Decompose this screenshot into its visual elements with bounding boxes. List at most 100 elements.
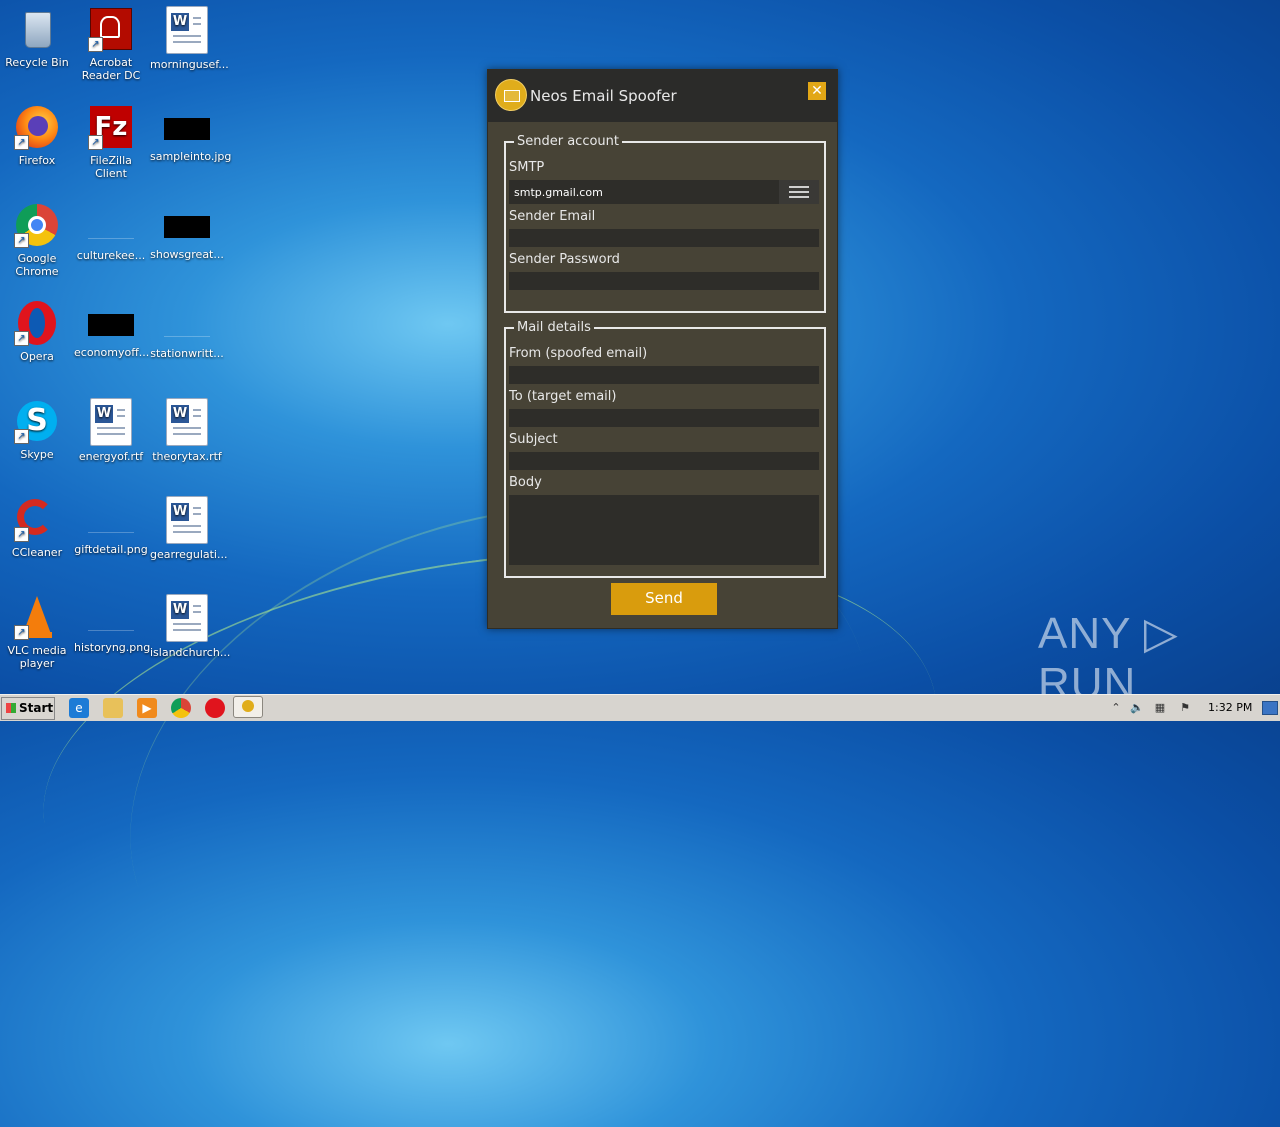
desktop-icon-label: historyng.png <box>74 641 151 654</box>
shortcut-arrow-icon: ↗ <box>14 331 29 346</box>
sender-password-label: Sender Password <box>509 252 620 267</box>
windows-logo-icon <box>6 703 16 713</box>
word-document-icon: W <box>166 594 208 642</box>
desktop-icon-chrome[interactable]: ↗ Google Chrome <box>0 202 74 278</box>
desktop-icon-energyof[interactable]: W energyof.rtf <box>74 398 148 463</box>
tray-expand-icon[interactable]: ⌃ <box>1109 701 1123 715</box>
desktop-icon-historyng[interactable]: historyng.png <box>74 594 151 654</box>
ccleaner-icon: ↗ <box>14 496 60 542</box>
media-player-icon[interactable]: ▶ <box>137 698 157 718</box>
chrome-icon: ↗ <box>14 202 60 248</box>
desktop-icon-label: CCleaner <box>11 546 63 559</box>
desktop-icon-acrobat[interactable]: ↗ Acrobat Reader DC <box>74 6 148 82</box>
desktop-icon-skype[interactable]: S ↗ Skype <box>0 398 74 461</box>
desktop-icon-label: sampleinto.jpg <box>150 150 232 163</box>
desktop-icon-label: stationwritt... <box>150 347 224 360</box>
close-button[interactable]: ✕ <box>808 82 826 100</box>
image-file-icon <box>88 608 134 631</box>
desktop-icon-morningusef[interactable]: W morningusef... <box>150 6 229 71</box>
desktop-icon-culturekee[interactable]: culturekee... <box>74 202 148 262</box>
volume-icon[interactable]: 🔈 <box>1130 701 1144 715</box>
file-icon <box>164 216 210 238</box>
desktop-icon-islandchurch[interactable]: W islandchurch... <box>150 594 230 659</box>
desktop-icon-recycle-bin[interactable]: Recycle Bin <box>0 6 74 69</box>
desktop-icon-label: giftdetail.png <box>74 543 148 556</box>
smtp-field[interactable] <box>509 180 780 204</box>
internet-explorer-icon[interactable]: e <box>69 698 89 718</box>
shortcut-arrow-icon: ↗ <box>88 135 103 150</box>
opera-icon[interactable] <box>205 698 225 718</box>
acrobat-icon: ↗ <box>88 6 134 52</box>
smtp-label: SMTP <box>509 160 545 175</box>
show-desktop-button[interactable] <box>1262 701 1278 715</box>
desktop-icon-label: Recycle Bin <box>5 56 69 69</box>
shortcut-arrow-icon: ↗ <box>88 37 103 52</box>
action-center-flag-icon[interactable]: ⚑ <box>1178 701 1192 715</box>
sender-account-legend: Sender account <box>517 134 620 149</box>
skype-icon: S ↗ <box>14 398 60 444</box>
desktop-icon-gearregulati[interactable]: W gearregulati... <box>150 496 228 561</box>
vlc-icon: ↗ <box>14 594 60 640</box>
body-field[interactable] <box>509 495 819 565</box>
desktop-icon-giftdetail[interactable]: giftdetail.png <box>74 496 148 556</box>
image-file-icon <box>164 118 210 140</box>
from-field[interactable] <box>509 366 819 384</box>
word-document-icon: W <box>166 496 208 544</box>
desktop-icon-label: VLC media player <box>7 644 67 670</box>
image-file-icon <box>88 510 134 533</box>
word-document-icon: W <box>166 6 208 54</box>
word-document-icon: W <box>166 398 208 446</box>
desktop-icon-label: showsgreat... <box>150 248 224 261</box>
desktop-icon-opera[interactable]: ↗ Opera <box>0 300 74 363</box>
file-icon <box>88 314 134 336</box>
smtp-menu-button[interactable] <box>779 180 819 204</box>
sender-email-field[interactable] <box>509 229 819 247</box>
taskbar: Start e ▶ ⌃ 🔈 ▦ ⚑ 1:32 PM <box>0 694 1280 721</box>
subject-label: Subject <box>509 432 558 447</box>
desktop-icon-label: Acrobat Reader DC <box>81 56 141 82</box>
desktop-icon-label: FileZilla Client <box>90 154 132 180</box>
recycle-bin-icon <box>14 6 60 52</box>
desktop-icon-firefox[interactable]: ↗ Firefox <box>0 104 74 167</box>
desktop-icon-showsgreat[interactable]: showsgreat... <box>150 202 224 261</box>
desktop-icon-stationwritt[interactable]: stationwritt... <box>150 300 224 360</box>
shortcut-arrow-icon: ↗ <box>14 135 29 150</box>
desktop-icon-label: energyof.rtf <box>78 450 144 463</box>
subject-field[interactable] <box>509 452 819 470</box>
shortcut-arrow-icon: ↗ <box>14 625 29 640</box>
window-title: Neos Email Spoofer <box>530 87 677 105</box>
shortcut-arrow-icon: ↗ <box>14 527 29 542</box>
desktop-icon-label: Skype <box>20 448 54 461</box>
shortcut-arrow-icon: ↗ <box>14 233 29 248</box>
desktop-icon-theorytax[interactable]: W theorytax.rtf <box>150 398 224 463</box>
word-document-icon: W <box>90 398 132 446</box>
start-button[interactable]: Start <box>1 697 55 720</box>
neos-email-spoofer-icon[interactable] <box>233 696 263 718</box>
chrome-icon[interactable] <box>171 698 191 718</box>
file-icon <box>88 216 134 239</box>
sender-password-field[interactable] <box>509 272 819 290</box>
send-button[interactable]: Send <box>611 583 717 615</box>
desktop-icon-label: gearregulati... <box>150 548 228 561</box>
to-field[interactable] <box>509 409 819 427</box>
shortcut-arrow-icon: ↗ <box>14 429 29 444</box>
opera-icon: ↗ <box>14 300 60 346</box>
file-icon <box>164 314 210 337</box>
file-explorer-icon[interactable] <box>103 698 123 718</box>
to-label: To (target email) <box>509 389 617 404</box>
window-titlebar[interactable]: Neos Email Spoofer ✕ <box>488 70 837 122</box>
desktop-icon-sampleinto[interactable]: sampleinto.jpg <box>150 104 232 163</box>
desktop-icon-filezilla[interactable]: Fz ↗ FileZilla Client <box>74 104 148 180</box>
clock[interactable]: 1:32 PM <box>1208 695 1252 721</box>
desktop-icon-label: theorytax.rtf <box>152 450 222 463</box>
from-label: From (spoofed email) <box>509 346 648 361</box>
desktop-icon-label: morningusef... <box>150 58 229 71</box>
network-icon[interactable]: ▦ <box>1153 701 1167 715</box>
desktop-icon-label: economyoff... <box>74 346 150 359</box>
desktop-icon-economyoff[interactable]: economyoff... <box>74 300 150 359</box>
desktop-icon-vlc[interactable]: ↗ VLC media player <box>0 594 74 670</box>
email-spoofer-window: Neos Email Spoofer ✕ Sender account SMTP… <box>487 69 838 629</box>
desktop-icon-ccleaner[interactable]: ↗ CCleaner <box>0 496 74 559</box>
desktop-icon-label: Google Chrome <box>15 252 59 278</box>
sender-email-label: Sender Email <box>509 209 596 224</box>
